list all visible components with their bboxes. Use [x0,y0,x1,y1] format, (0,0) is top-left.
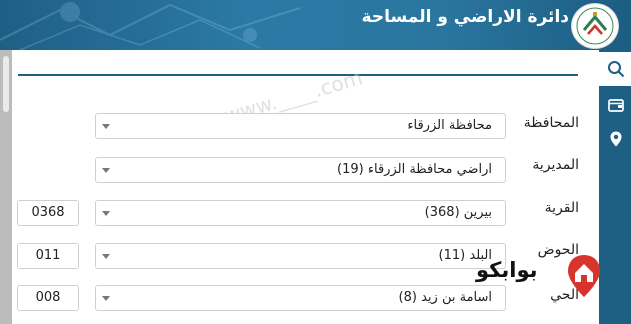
chevron-down-icon [102,124,110,129]
brand-house-icon [568,255,600,297]
governorate-value: محافظة الزرقاء [407,118,492,133]
wallet-icon[interactable] [607,96,625,114]
basin-code-field[interactable]: 011 [17,243,79,269]
governorate-label: المحافظة [523,115,579,131]
directorate-value: اراضي محافظة الزرقاء (19) [337,162,492,177]
search-tool-button[interactable] [599,52,631,86]
brand-logo: بوابكو [474,250,602,302]
chevron-down-icon [102,211,110,216]
village-code-field[interactable]: 0368 [17,200,79,226]
chevron-down-icon [102,254,110,259]
side-toolbar [599,50,631,324]
directorate-select[interactable]: اراضي محافظة الزرقاء (19) [95,157,506,183]
brand-name: بوابكو [476,258,538,282]
chevron-down-icon [102,168,110,173]
chevron-down-icon [102,296,110,301]
directorate-label: المديرية [532,157,579,173]
location-pin-icon[interactable] [607,130,625,148]
village-label: القرية [544,200,579,216]
dls-logo [571,3,619,49]
village-value: بيرين (368) [424,205,492,220]
neighborhood-select[interactable]: اسامة بن زيد (8) [95,285,506,311]
scrollbar[interactable] [0,50,12,324]
search-icon [608,61,625,78]
governorate-select[interactable]: محافظة الزرقاء [95,113,506,139]
village-select[interactable]: بيرين (368) [95,200,506,226]
scrollbar-thumb[interactable] [3,56,9,112]
page-title: دائرة الاراضي و المساحة [361,7,569,27]
neighborhood-code-field[interactable]: 008 [17,285,79,311]
header-divider [18,74,578,76]
basin-select[interactable]: البلد (11) [95,243,506,269]
header-bar: دائرة الاراضي و المساحة [0,0,631,50]
